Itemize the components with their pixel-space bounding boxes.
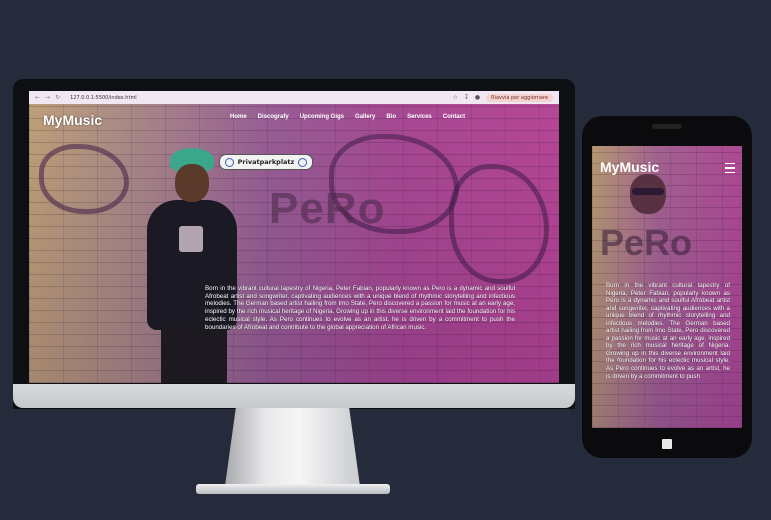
desktop-monitor: ← → ↻ 127.0.0.1:5500/index.html ☆ ↧ ● Ri…: [13, 79, 575, 409]
mobile-screen: MyMusic PeRo Born in the vibrant cultura…: [592, 146, 742, 428]
address-bar[interactable]: 127.0.0.1:5500/index.html: [66, 95, 452, 101]
mobile-phone: MyMusic PeRo Born in the vibrant cultura…: [582, 116, 752, 458]
phone-speaker: [652, 124, 682, 129]
nav-bio[interactable]: Bio: [386, 114, 396, 120]
nav-discografy[interactable]: Discografy: [258, 114, 289, 120]
nav-gallery[interactable]: Gallery: [355, 114, 375, 120]
browser-actions: ☆ ↧ ● Riavvia per aggiornare: [452, 93, 559, 102]
sign-text: Privatparkplatz: [237, 158, 295, 166]
download-icon[interactable]: ↧: [464, 94, 469, 102]
forward-icon[interactable]: →: [45, 94, 50, 101]
sign-circle-icon: [298, 157, 308, 167]
mobile-hero-title: PeRo: [600, 222, 693, 263]
monitor-stand: [225, 408, 360, 486]
nav-contact[interactable]: Contact: [443, 114, 465, 120]
hero-section: Privatparkplatz MyMusic Home Discografy …: [29, 104, 559, 383]
nav-links: Home Discografy Upcoming Gigs Gallery Bi…: [230, 114, 465, 120]
street-sign: Privatparkplatz: [219, 154, 313, 170]
mobile-about-text: Born in the vibrant cultural tapestry of…: [606, 282, 730, 380]
sign-circle-icon: [224, 157, 234, 167]
mobile-logo[interactable]: MyMusic: [600, 159, 659, 175]
home-button[interactable]: [662, 439, 672, 449]
site-navbar: MyMusic Home Discografy Upcoming Gigs Ga…: [29, 104, 559, 134]
nav-home[interactable]: Home: [230, 114, 247, 120]
color-overlay: [29, 104, 559, 383]
browser-nav-buttons: ← → ↻: [29, 94, 66, 101]
hero-title: PeRo: [269, 184, 386, 233]
back-icon[interactable]: ←: [35, 94, 40, 101]
desktop-screen: ← → ↻ 127.0.0.1:5500/index.html ☆ ↧ ● Ri…: [29, 91, 559, 383]
menu-icon[interactable]: [725, 163, 735, 173]
monitor-base: [196, 484, 390, 494]
artist-photo: [137, 148, 247, 383]
update-button[interactable]: Riavvia per aggiornare: [486, 93, 553, 102]
about-text: Born in the vibrant cultural tapestry of…: [205, 285, 515, 331]
extension-icon[interactable]: ●: [475, 94, 480, 102]
monitor-chin: [13, 384, 575, 408]
browser-toolbar: ← → ↻ 127.0.0.1:5500/index.html ☆ ↧ ● Ri…: [29, 91, 559, 104]
star-icon[interactable]: ☆: [452, 94, 457, 102]
reload-icon[interactable]: ↻: [55, 94, 60, 101]
site-logo[interactable]: MyMusic: [43, 112, 102, 128]
nav-upcoming-gigs[interactable]: Upcoming Gigs: [300, 114, 344, 120]
nav-services[interactable]: Services: [407, 114, 432, 120]
